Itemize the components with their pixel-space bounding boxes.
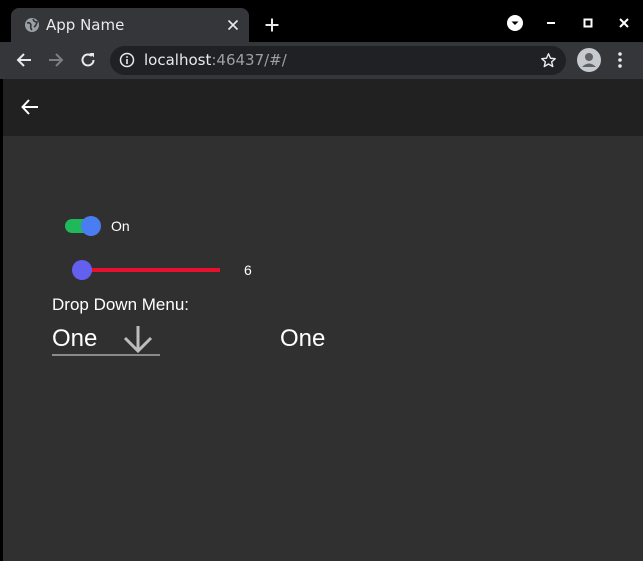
tab-search-icon[interactable]: [504, 12, 526, 34]
more-vertical-icon[interactable]: [612, 50, 628, 70]
url-path: :46437/#/: [211, 51, 287, 69]
url-text[interactable]: localhost:46437/#/: [144, 51, 287, 70]
arrow-down-icon[interactable]: [122, 324, 154, 354]
slider-track[interactable]: [83, 268, 220, 272]
avatar-icon[interactable]: [577, 48, 601, 72]
close-window-icon[interactable]: [613, 12, 635, 34]
toggle-switch[interactable]: [65, 215, 103, 237]
value-slider[interactable]: [71, 259, 223, 281]
app-bar: [3, 79, 643, 136]
selected-value-text: One: [280, 325, 326, 352]
app-body: On 6 Drop Down Menu: One One: [3, 136, 643, 561]
slider-value: 6: [244, 262, 252, 278]
minimize-icon[interactable]: [540, 12, 562, 34]
arrow-left-icon[interactable]: [11, 47, 37, 73]
reload-icon[interactable]: [75, 47, 101, 73]
star-icon[interactable]: [540, 52, 557, 69]
dropdown-value: One: [52, 325, 98, 352]
switch-label: On: [111, 218, 130, 234]
browser-tab[interactable]: App Name: [11, 8, 249, 42]
tab-strip: App Name: [0, 0, 643, 42]
browser-toolbar: localhost:46437/#/: [0, 42, 643, 79]
plus-icon[interactable]: [261, 14, 283, 36]
tab-title: App Name: [46, 16, 125, 34]
arrow-right-icon[interactable]: [43, 47, 69, 73]
slider-thumb[interactable]: [72, 260, 92, 280]
browser-window: App Name localhost:46437/#/ On 6 Drop Do…: [0, 0, 643, 561]
maximize-icon[interactable]: [577, 12, 599, 34]
switch-thumb[interactable]: [81, 216, 101, 236]
arrow-left-icon[interactable]: [19, 96, 41, 118]
url-host: localhost: [144, 51, 212, 69]
dropdown-menu[interactable]: One: [52, 322, 160, 356]
address-bar[interactable]: localhost:46437/#/: [110, 46, 566, 75]
globe-icon: [25, 18, 39, 32]
dropdown-label: Drop Down Menu:: [52, 295, 190, 314]
info-icon[interactable]: [119, 52, 135, 68]
close-icon[interactable]: [223, 15, 243, 35]
